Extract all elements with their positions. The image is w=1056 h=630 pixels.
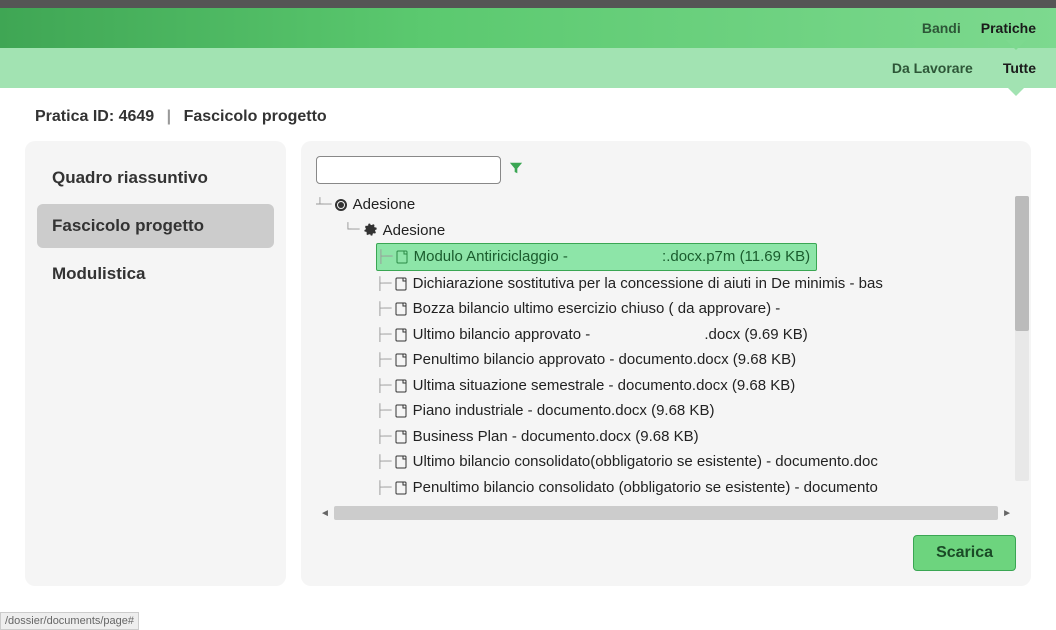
file-tree: ┴─ Adesione └─ Adesione ├─ <box>316 192 1016 500</box>
nav-notch-top <box>1006 40 1026 50</box>
tree-file-ultima-situazione[interactable]: ├─ Ultima situazione semestrale - docume… <box>376 373 1016 399</box>
search-row <box>316 156 1016 184</box>
main-panel: ┴─ Adesione └─ Adesione ├─ <box>301 141 1031 586</box>
tree-branch-icon: ├─ <box>376 400 392 422</box>
tree-branch-icon: ├─ <box>376 451 392 473</box>
tree-file-label: Bozza bilancio ultimo esercizio chiuso (… <box>413 296 781 322</box>
tree-branch-icon: ├─ <box>376 324 392 346</box>
file-icon <box>395 404 407 418</box>
topnav-pratiche[interactable]: Pratiche <box>981 20 1036 36</box>
sidebar: Quadro riassuntivo Fascicolo progetto Mo… <box>25 141 286 586</box>
filter-icon[interactable] <box>509 161 523 180</box>
file-icon <box>395 328 407 342</box>
nav-notch-bottom <box>1006 86 1026 96</box>
subnav-tutte[interactable]: Tutte <box>1003 60 1036 76</box>
tree-file-label: Business Plan - documento.docx (9.68 KB) <box>413 424 699 450</box>
tree-branch-icon: ├─ <box>376 298 392 320</box>
tree-label: Adesione <box>353 192 416 218</box>
scroll-left-icon[interactable]: ◄ <box>316 508 334 519</box>
content-area: Quadro riassuntivo Fascicolo progetto Mo… <box>0 141 1056 611</box>
vertical-scrollbar[interactable] <box>1015 196 1029 481</box>
subnav-da-lavorare[interactable]: Da Lavorare <box>892 60 973 76</box>
file-icon <box>395 430 407 444</box>
tree-file-label: Piano industriale - documento.docx (9.68… <box>413 398 715 424</box>
tree-file-business-plan[interactable]: ├─ Business Plan - documento.docx (9.68 … <box>376 424 1016 450</box>
file-icon <box>395 302 407 316</box>
tree-file-penultimo-bilancio[interactable]: ├─ Penultimo bilancio approvato - docume… <box>376 347 1016 373</box>
breadcrumb-separator: | <box>167 108 171 125</box>
gear-icon <box>363 223 377 237</box>
tree-file-piano-industriale[interactable]: ├─ Piano industriale - documento.docx (9… <box>376 398 1016 424</box>
tree-file-ultimo-consolidato[interactable]: ├─ Ultimo bilancio consolidato(obbligato… <box>376 449 1016 475</box>
file-icon <box>395 379 407 393</box>
breadcrumb: Pratica ID: 4649 | Fascicolo progetto <box>0 88 1056 141</box>
footer-actions: Scarica <box>316 535 1016 571</box>
tree-branch-icon: ├─ <box>376 375 392 397</box>
tree-branch-icon: └─ <box>344 219 360 241</box>
top-strip <box>0 0 1056 8</box>
horizontal-scrollbar-track[interactable] <box>334 506 998 520</box>
tree-file-bozza-bilancio[interactable]: ├─ Bozza bilancio ultimo esercizio chius… <box>376 296 1016 322</box>
tree-file-label: Ultimo bilancio consolidato(obbligatorio… <box>413 449 878 475</box>
breadcrumb-right: Fascicolo progetto <box>184 108 327 125</box>
tree-branch-icon: ├─ <box>377 246 393 268</box>
tree-file-penultimo-consolidato[interactable]: ├─ Penultimo bilancio consolidato (obbli… <box>376 475 1016 501</box>
tree-branch-icon: ├─ <box>376 426 392 448</box>
download-button[interactable]: Scarica <box>913 535 1016 571</box>
tree-file-ultimo-bilancio[interactable]: ├─ Ultimo bilancio approvato - .docx (9.… <box>376 322 1016 348</box>
search-input[interactable] <box>316 156 501 184</box>
tree-file-label: Modulo Antiriciclaggio - :.docx.p7m (11.… <box>414 244 811 270</box>
top-nav: Bandi Pratiche <box>0 8 1056 48</box>
tree-branch-icon: ├─ <box>376 349 392 371</box>
tree-file-label: Penultimo bilancio approvato - documento… <box>413 347 797 373</box>
radio-icon <box>335 199 347 211</box>
tree-container: ┴─ Adesione └─ Adesione ├─ <box>316 192 1016 500</box>
tree-file-dichiarazione[interactable]: ├─ Dichiarazione sostitutiva per la conc… <box>376 271 1016 297</box>
tree-file-label: Ultimo bilancio approvato - .docx (9.69 … <box>413 322 808 348</box>
sidebar-item-fascicolo[interactable]: Fascicolo progetto <box>37 204 274 248</box>
status-bar: /dossier/documents/page# <box>0 612 139 630</box>
breadcrumb-left: Pratica ID: 4649 <box>35 108 154 125</box>
sidebar-item-modulistica[interactable]: Modulistica <box>37 252 274 296</box>
tree-branch-icon: ├─ <box>376 273 392 295</box>
file-icon <box>395 455 407 469</box>
sub-nav: Da Lavorare Tutte <box>0 48 1056 88</box>
tree-file-label: Ultima situazione semestrale - documento… <box>413 373 796 399</box>
file-icon <box>396 250 408 264</box>
tree-child-adesione[interactable]: └─ Adesione <box>316 218 1016 244</box>
tree-root-adesione[interactable]: ┴─ Adesione <box>316 192 1016 218</box>
scroll-right-icon[interactable]: ► <box>998 508 1016 519</box>
vertical-scrollbar-thumb[interactable] <box>1015 196 1029 331</box>
file-icon <box>395 481 407 495</box>
tree-file-label: Dichiarazione sostitutiva per la concess… <box>413 271 883 297</box>
sidebar-item-quadro[interactable]: Quadro riassuntivo <box>37 156 274 200</box>
topnav-bandi[interactable]: Bandi <box>922 20 961 36</box>
horizontal-scrollbar[interactable]: ◄ ► <box>316 506 1016 520</box>
file-icon <box>395 277 407 291</box>
tree-file-modulo-antiriciclaggio[interactable]: ├─ Modulo Antiriciclaggio - :.docx.p7m (… <box>376 243 817 271</box>
tree-branch-icon: ├─ <box>376 477 392 499</box>
tree-file-label: Penultimo bilancio consolidato (obbligat… <box>413 475 878 501</box>
file-icon <box>395 353 407 367</box>
tree-branch-icon: ┴─ <box>316 194 332 216</box>
tree-label: Adesione <box>383 218 446 244</box>
